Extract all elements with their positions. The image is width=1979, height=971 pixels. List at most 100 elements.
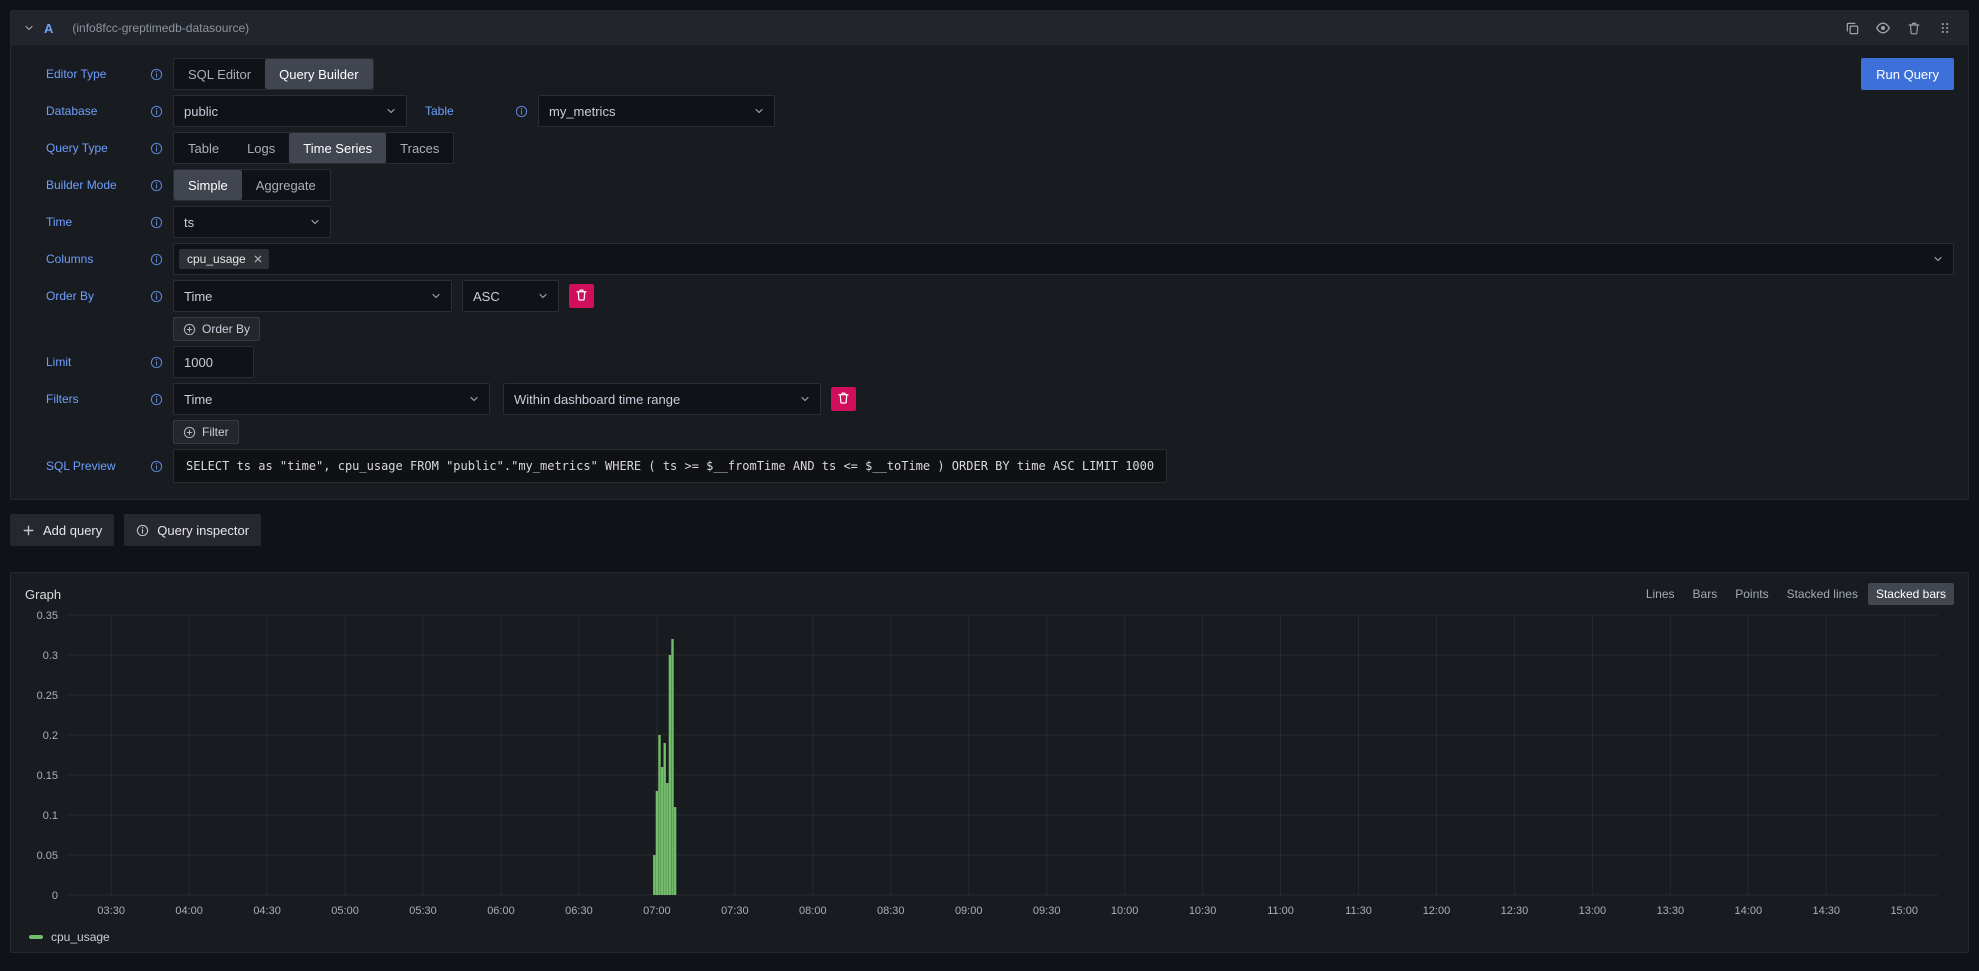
table-select[interactable]: my_metrics: [538, 95, 775, 127]
columns-label-field: Columns: [46, 252, 163, 266]
info-icon[interactable]: [150, 290, 163, 303]
filter-remove-button[interactable]: [831, 387, 856, 411]
delete-query-icon[interactable]: [1903, 17, 1925, 39]
order-by-direction-select[interactable]: ASC: [462, 280, 559, 312]
svg-text:09:30: 09:30: [1033, 905, 1061, 917]
query-inspector-label: Query inspector: [157, 523, 249, 538]
limit-input[interactable]: [173, 346, 254, 378]
order-by-column-select[interactable]: Time: [173, 280, 452, 312]
sql-preview-label-field: SQL Preview: [46, 459, 163, 473]
hide-response-eye-icon[interactable]: [1872, 17, 1894, 39]
filter-column-select[interactable]: Time: [173, 383, 490, 415]
limit-label: Limit: [46, 355, 71, 369]
order-by-remove-button[interactable]: [569, 284, 594, 308]
svg-text:05:30: 05:30: [409, 905, 437, 917]
svg-text:14:30: 14:30: [1812, 905, 1840, 917]
filters-label: Filters: [46, 392, 79, 406]
info-icon[interactable]: [150, 216, 163, 229]
graph-header: Graph Lines Bars Points Stacked lines St…: [21, 581, 1958, 607]
viz-option-points[interactable]: Points: [1727, 583, 1776, 605]
info-icon[interactable]: [515, 105, 528, 118]
filter-condition-value: Within dashboard time range: [514, 392, 791, 407]
table-select-value: my_metrics: [549, 104, 745, 119]
info-icon[interactable]: [150, 179, 163, 192]
column-chip-label: cpu_usage: [187, 252, 246, 266]
filter-condition-select[interactable]: Within dashboard time range: [503, 383, 821, 415]
info-circle-icon: [136, 524, 149, 537]
query-builder-form: Editor Type SQL Editor Query Builder Run…: [11, 45, 1968, 499]
table-label-field: Table: [425, 104, 528, 118]
viz-option-stacked-bars[interactable]: Stacked bars: [1868, 583, 1954, 605]
query-type-label: Query Type: [46, 141, 108, 155]
info-icon[interactable]: [150, 356, 163, 369]
limit-row: Limit: [46, 346, 1954, 378]
add-order-by-button[interactable]: Order By: [173, 317, 260, 341]
query-type-label-field: Query Type: [46, 141, 163, 155]
add-query-button[interactable]: Add query: [10, 514, 114, 546]
query-type-option-time-series[interactable]: Time Series: [289, 133, 386, 163]
svg-text:0.1: 0.1: [43, 810, 58, 822]
info-icon[interactable]: [150, 460, 163, 473]
query-type-option-logs[interactable]: Logs: [233, 133, 289, 163]
trash-icon: [837, 391, 850, 408]
legend-series-label[interactable]: cpu_usage: [51, 930, 110, 944]
editor-type-option-sql-editor[interactable]: SQL Editor: [174, 59, 265, 89]
chevron-down-icon: [753, 105, 765, 117]
info-icon[interactable]: [150, 105, 163, 118]
sql-preview-label: SQL Preview: [46, 459, 116, 473]
add-order-by-row: Order By: [46, 317, 1954, 341]
svg-text:06:00: 06:00: [487, 905, 515, 917]
editor-type-label: Editor Type: [46, 67, 106, 81]
info-icon[interactable]: [150, 253, 163, 266]
query-type-option-traces[interactable]: Traces: [386, 133, 453, 163]
run-query-button[interactable]: Run Query: [1861, 58, 1954, 90]
datasource-name: (info8fcc-greptimedb-datasource): [72, 21, 249, 35]
drag-handle-icon[interactable]: [1934, 17, 1956, 39]
chevron-down-icon: [309, 216, 321, 228]
add-filter-button[interactable]: Filter: [173, 420, 239, 444]
legend-swatch: [29, 935, 43, 939]
viz-option-stacked-lines[interactable]: Stacked lines: [1779, 583, 1866, 605]
query-ref-letter[interactable]: A: [44, 21, 53, 36]
builder-mode-option-simple[interactable]: Simple: [174, 170, 242, 200]
query-editor-page: A (info8fcc-greptimedb-datasource) Edito…: [0, 0, 1979, 953]
chevron-down-icon: [799, 393, 811, 405]
builder-mode-option-aggregate[interactable]: Aggregate: [242, 170, 330, 200]
svg-text:03:30: 03:30: [97, 905, 125, 917]
svg-text:14:00: 14:00: [1735, 905, 1763, 917]
svg-text:07:30: 07:30: [721, 905, 749, 917]
time-column-select[interactable]: ts: [173, 206, 331, 238]
duplicate-query-icon[interactable]: [1841, 17, 1863, 39]
plus-circle-icon: [183, 323, 196, 336]
svg-text:13:00: 13:00: [1579, 905, 1607, 917]
svg-text:07:00: 07:00: [643, 905, 671, 917]
database-label-field: Database: [46, 104, 163, 118]
time-row: Time ts: [46, 206, 1954, 238]
add-filter-row: Filter: [46, 420, 1954, 444]
order-by-direction-value: ASC: [473, 289, 529, 304]
viz-option-lines[interactable]: Lines: [1638, 583, 1683, 605]
time-label-field: Time: [46, 215, 163, 229]
info-icon[interactable]: [150, 142, 163, 155]
builder-mode-row: Builder Mode Simple Aggregate: [46, 169, 1954, 201]
builder-mode-radiogroup: Simple Aggregate: [173, 169, 331, 201]
svg-text:08:30: 08:30: [877, 905, 905, 917]
order-by-row: Order By Time ASC: [46, 280, 1954, 312]
remove-column-icon[interactable]: [253, 254, 263, 264]
query-inspector-button[interactable]: Query inspector: [124, 514, 261, 546]
svg-text:0: 0: [52, 890, 58, 902]
collapse-chevron-icon[interactable]: [23, 22, 35, 34]
query-type-option-table[interactable]: Table: [174, 133, 233, 163]
info-icon[interactable]: [150, 393, 163, 406]
database-select[interactable]: public: [173, 95, 407, 127]
editor-type-row: Editor Type SQL Editor Query Builder Run…: [46, 58, 1954, 90]
builder-mode-label: Builder Mode: [46, 178, 117, 192]
svg-text:12:30: 12:30: [1501, 905, 1529, 917]
editor-type-option-query-builder[interactable]: Query Builder: [265, 59, 372, 89]
viz-option-bars[interactable]: Bars: [1685, 583, 1726, 605]
columns-label: Columns: [46, 252, 93, 266]
trash-icon: [575, 288, 588, 305]
columns-multiselect[interactable]: cpu_usage: [173, 243, 1954, 275]
chevron-down-icon: [430, 290, 442, 302]
info-icon[interactable]: [150, 68, 163, 81]
